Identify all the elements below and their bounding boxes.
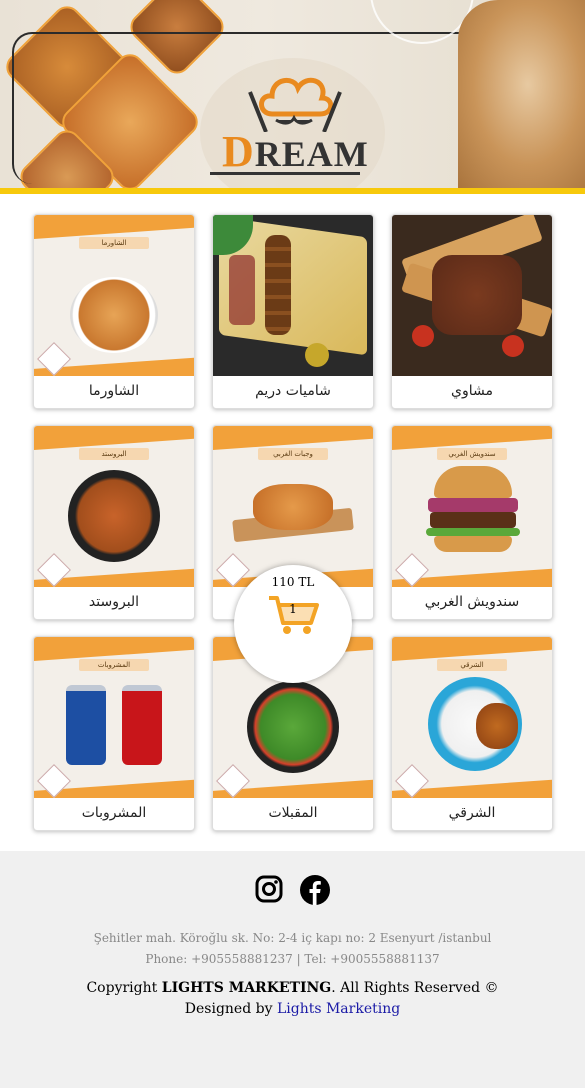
burger-poster-image: سندويش الغربي — [392, 426, 552, 587]
poster-stripe — [392, 426, 552, 451]
header-accent-bar — [0, 188, 585, 194]
category-label[interactable]: المشروبات — [34, 798, 194, 830]
header-banner: DREAM — [0, 0, 585, 188]
logo-text: DREAM — [222, 127, 369, 176]
broasted-poster-image: البروستد — [34, 426, 194, 587]
category-label[interactable]: سندويش الغربي — [392, 587, 552, 619]
copyright-prefix: Copyright — [86, 980, 162, 996]
western-meals-poster-image: وجبات الغربي — [213, 426, 373, 587]
category-label[interactable]: الشرقي — [392, 798, 552, 830]
cart-total: 110 TL — [271, 575, 315, 589]
poster-title: الشاورما — [79, 237, 149, 249]
cart-count: 1 — [289, 602, 297, 616]
copyright-text: Copyright LIGHTS MARKETING. All Rights R… — [0, 980, 585, 996]
category-card-western-sandwich[interactable]: سندويش الغربي سندويش الغربي — [391, 425, 553, 620]
category-card-grills[interactable]: مشاوي — [391, 214, 553, 409]
cart-button[interactable]: 110 TL 1 — [234, 565, 352, 683]
salad-bowl — [247, 681, 339, 773]
poster-title: المشروبات — [79, 659, 149, 671]
category-label[interactable]: شاميات دريم — [213, 376, 373, 408]
poster-title: البروستد — [79, 448, 149, 460]
facebook-icon[interactable] — [300, 875, 330, 905]
designed-prefix: Designed by — [184, 1001, 277, 1017]
footer: Şehitler mah. Köroğlu sk. No: 2-4 iç kap… — [0, 851, 585, 1088]
category-card-dream-shamiyat[interactable]: شاميات دريم — [212, 214, 374, 409]
shawarma-plate — [70, 277, 158, 353]
pepsi-can — [66, 685, 106, 765]
fried-chicken — [253, 484, 333, 530]
category-card-drinks[interactable]: المشروبات المشروبات — [33, 636, 195, 831]
poster-stripe — [34, 426, 194, 451]
grills-image — [392, 215, 552, 376]
shamiyat-image — [213, 215, 373, 376]
copyright-brand: LIGHTS MARKETING — [161, 980, 332, 996]
chicken-leg — [476, 703, 518, 749]
address-text: Şehitler mah. Köroğlu sk. No: 2-4 iç kap… — [93, 931, 492, 945]
designed-by-text: Designed by Lights Marketing — [0, 1001, 585, 1017]
poster-title: الشرقي — [437, 659, 507, 671]
poster-stripe — [392, 637, 552, 662]
broasted-plate — [68, 470, 160, 562]
category-card-oriental[interactable]: الشرقي الشرقي — [391, 636, 553, 831]
category-card-grills[interactable]: الشاورما الشاورما — [33, 214, 195, 409]
oriental-poster-image: الشرقي — [392, 637, 552, 798]
chef-hat-logo-icon — [248, 77, 342, 132]
logo-underline — [210, 172, 360, 175]
designer-link[interactable]: Lights Marketing — [277, 1001, 400, 1017]
shawarma-poster-image: الشاورما — [34, 215, 194, 376]
cola-can — [122, 685, 162, 765]
shawarma-image — [458, 0, 585, 188]
instagram-icon[interactable] — [255, 875, 283, 903]
drinks-poster-image: المشروبات — [34, 637, 194, 798]
poster-title: سندويش الغربي — [437, 448, 507, 460]
category-label[interactable]: مشاوي — [392, 376, 552, 408]
category-label[interactable]: المقبلات — [213, 798, 373, 830]
category-card-broasted[interactable]: البروستد البروستد — [33, 425, 195, 620]
poster-stripe — [34, 637, 194, 662]
phone-text: Phone: +905558881237 | Tel: +90055588811… — [145, 952, 440, 966]
poster-stripe — [213, 426, 373, 451]
copyright-suffix: . All Rights Reserved © — [331, 980, 499, 996]
poster-title: وجبات الغربي — [258, 448, 328, 460]
category-label[interactable]: الشاورما — [34, 376, 194, 408]
category-label[interactable]: البروستد — [34, 587, 194, 619]
poster-stripe — [34, 215, 194, 240]
